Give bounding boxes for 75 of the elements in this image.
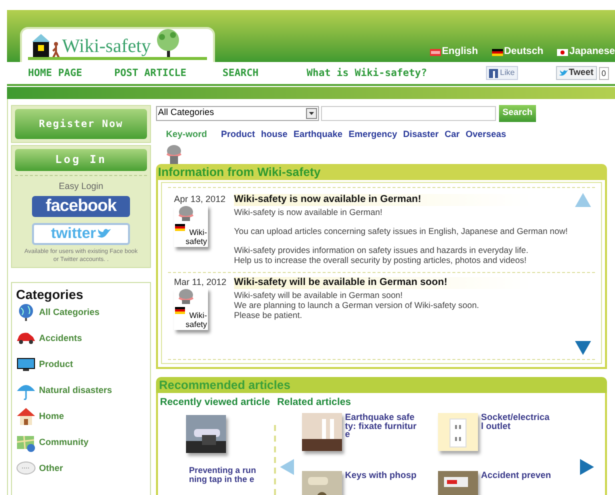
login-button[interactable]: Log In <box>15 149 147 172</box>
carousel-right-icon <box>580 459 594 475</box>
category-link[interactable]: Community <box>16 433 150 452</box>
category-select[interactable]: All Categories <box>156 106 319 120</box>
search-button[interactable]: Search <box>499 104 536 122</box>
post-text: You can upload articles concerning safety issues in English, Japanese and German now! <box>234 226 568 236</box>
logo-text: Wiki-safety <box>62 36 151 58</box>
search-field[interactable] <box>321 106 496 120</box>
facebook-button[interactable]: facebook <box>32 196 130 217</box>
post-text: Wiki-safety provides information on safety issues and hazards in everyday life. Help us to increase the overall security by posting articles, photos and videos! <box>234 245 530 265</box>
category-link[interactable]: All Categories <box>16 303 150 322</box>
twitter-button[interactable]: twitter <box>32 222 130 245</box>
keyword-link[interactable]: Overseas <box>466 128 506 140</box>
nav-link[interactable]: What is Wiki-safety? <box>306 66 427 80</box>
keyword-label: Key-word <box>166 128 208 140</box>
language-link[interactable]: Deutsch <box>492 46 544 58</box>
mascot-icon <box>176 205 194 221</box>
nav-link[interactable]: SEARCH <box>222 66 259 80</box>
related-heading: Related articles <box>277 397 351 409</box>
tweet-count: 0 <box>598 66 609 80</box>
recent-heading: Recently viewed article <box>160 397 270 409</box>
badge-text: safety <box>186 320 207 329</box>
category-link[interactable]: Product <box>16 355 150 374</box>
scroll-down-icon <box>575 341 591 355</box>
german-flag-icon <box>175 224 185 231</box>
house-icon <box>32 34 50 58</box>
easy-login-label: Easy Login <box>58 180 104 194</box>
category-link[interactable]: Natural disasters <box>16 381 150 400</box>
post-date: Apr 13, 2012 <box>174 194 226 205</box>
scroll-up-icon <box>575 193 591 207</box>
badge-text: Wiki- <box>189 311 207 320</box>
german-flag-icon <box>492 48 503 56</box>
post-text: Wiki-safety will be available in German soon! We are planning to launch a German version of Wiki-safety soon. Please be patient. <box>234 290 480 320</box>
mascot-icon <box>176 288 194 304</box>
abc-flag-icon <box>430 48 441 56</box>
article-link[interactable]: Preventing a run ning tap in the e <box>189 466 274 484</box>
badge-text: Wiki- <box>189 228 207 237</box>
category-link[interactable]: Accidents <box>16 329 150 348</box>
german-flag-icon <box>175 307 185 314</box>
like-button[interactable]: Like <box>486 66 518 80</box>
tweet-button[interactable]: Tweet <box>556 66 597 80</box>
article-link[interactable]: Earthquake safe ty: fixate furnitur e <box>345 413 419 453</box>
bird-icon <box>558 69 568 77</box>
map-icon <box>16 433 36 452</box>
article-link[interactable]: Keys with phosp <box>345 471 419 495</box>
globe-icon <box>16 303 36 322</box>
bird-icon <box>97 228 111 240</box>
keyword-link[interactable]: Disaster <box>403 128 439 140</box>
article-link[interactable]: Accident preven <box>481 471 555 495</box>
keyword-link[interactable]: Product <box>221 128 256 140</box>
nav-link[interactable]: HOME PAGE <box>28 66 82 80</box>
mascot-icon <box>164 144 184 164</box>
japanese-flag-icon <box>557 48 568 56</box>
badge-text: safety <box>186 237 207 246</box>
keyword-link[interactable]: Car <box>444 128 460 140</box>
keyword-link[interactable]: Emergency <box>348 128 398 140</box>
keyword-link[interactable]: house <box>261 128 288 140</box>
keyword-link[interactable]: Earthquake <box>294 128 343 140</box>
monitor-icon <box>16 355 36 374</box>
walking-person-icon <box>52 42 60 58</box>
language-link[interactable]: English <box>430 46 478 58</box>
register-button[interactable]: Register Now <box>15 109 147 139</box>
categories-title: Categories <box>16 287 84 302</box>
info-header: Information from Wiki-safety <box>156 164 607 180</box>
carousel-left-icon <box>280 459 294 475</box>
post-date: Mar 11, 2012 <box>174 277 226 288</box>
nav-link[interactable]: POST ARTICLE <box>114 66 186 80</box>
logo-tab[interactable]: Wiki-safety <box>20 27 215 62</box>
language-link[interactable]: Japanese <box>557 46 615 58</box>
house-icon <box>16 407 36 426</box>
post-text: Wiki-safety is now available in German! <box>234 207 384 217</box>
category-link[interactable]: Home <box>16 407 150 426</box>
recommended-header: Recommended articles <box>156 377 607 393</box>
article-link[interactable]: Socket/electrica l outlet <box>481 413 555 453</box>
category-link[interactable]: Other <box>16 459 150 478</box>
